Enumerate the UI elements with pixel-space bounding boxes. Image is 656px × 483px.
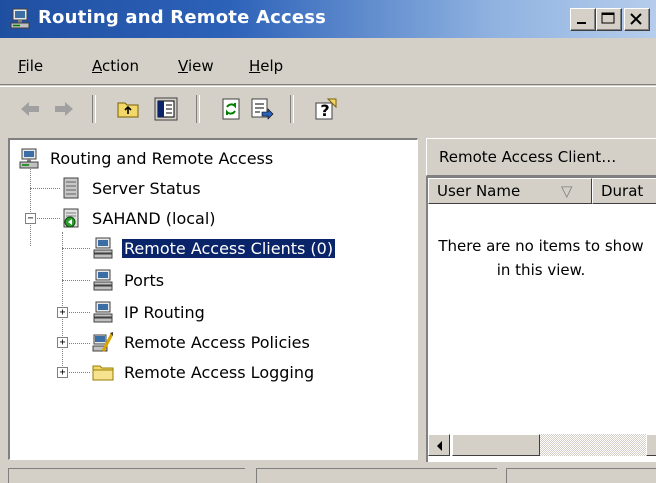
minimize-icon bbox=[577, 22, 586, 24]
tree-node-ip-routing[interactable]: + IP Routing bbox=[10, 300, 410, 326]
up-folder-icon[interactable] bbox=[116, 97, 140, 121]
menu-action[interactable]: Action bbox=[92, 57, 139, 75]
tree-label: IP Routing bbox=[124, 303, 205, 322]
scrollbar-thumb[interactable] bbox=[452, 434, 540, 456]
scroll-left-button[interactable] bbox=[428, 434, 450, 456]
scrollbar-track[interactable] bbox=[540, 434, 656, 456]
expand-toggle[interactable]: + bbox=[57, 337, 68, 348]
menu-bar: File Action View Help bbox=[0, 44, 656, 85]
toolbar-separator bbox=[92, 95, 96, 123]
tree-label: Remote Access Logging bbox=[124, 363, 315, 382]
help-icon[interactable]: ? bbox=[314, 97, 338, 121]
server-status-icon bbox=[63, 177, 79, 199]
tree-label: Server Status bbox=[92, 179, 201, 198]
details-header: Remote Access Client… bbox=[426, 138, 656, 176]
minimize-button[interactable] bbox=[570, 8, 596, 31]
arrow-left-icon bbox=[437, 441, 442, 451]
menu-file[interactable]: File bbox=[18, 57, 43, 75]
tree-node-server[interactable]: − SAHAND (local) bbox=[10, 206, 410, 232]
tree-node-ports[interactable]: Ports bbox=[10, 268, 410, 294]
menu-view[interactable]: View bbox=[178, 57, 214, 75]
tree-node-remote-access-clients[interactable]: Remote Access Clients (0) bbox=[10, 236, 410, 262]
tree-line bbox=[30, 162, 31, 246]
horizontal-scrollbar[interactable] bbox=[428, 434, 656, 458]
remote-clients-icon bbox=[93, 237, 113, 259]
app-window: Routing and Remote Access File Action Vi… bbox=[0, 0, 656, 483]
tree-node-root[interactable]: Routing and Remote Access bbox=[10, 146, 410, 172]
menu-help[interactable]: Help bbox=[249, 57, 283, 75]
column-header-user-name[interactable]: User Name ▽ bbox=[428, 178, 592, 204]
tree-node-remote-access-logging[interactable]: + Remote Access Logging bbox=[10, 360, 410, 386]
toolbar: ? bbox=[0, 86, 656, 129]
close-button[interactable] bbox=[624, 8, 650, 31]
tree-node-remote-access-policies[interactable]: + Remote Access Policies bbox=[10, 330, 410, 356]
details-title: Remote Access Client… bbox=[439, 148, 617, 166]
svg-text:?: ? bbox=[320, 101, 329, 120]
expand-toggle[interactable]: + bbox=[57, 307, 68, 318]
status-panel bbox=[256, 468, 497, 483]
server-online-icon bbox=[63, 208, 79, 228]
tree-label: SAHAND (local) bbox=[92, 209, 216, 228]
column-header-duration[interactable]: Durat bbox=[592, 178, 656, 204]
ip-routing-icon bbox=[93, 301, 113, 323]
column-label: User Name bbox=[437, 182, 521, 200]
routing-server-icon bbox=[19, 148, 39, 169]
status-panel bbox=[8, 468, 245, 483]
collapse-toggle[interactable]: − bbox=[25, 213, 36, 224]
title-bar[interactable]: Routing and Remote Access bbox=[0, 0, 656, 38]
tree-node-server-status[interactable]: Server Status bbox=[10, 176, 410, 202]
details-list[interactable]: User Name ▽ Durat There are no items to … bbox=[426, 176, 656, 462]
scroll-right-button[interactable] bbox=[646, 434, 656, 456]
console-tree[interactable]: Routing and Remote Access Server Status … bbox=[8, 138, 418, 460]
empty-list-message: There are no items to show in this view. bbox=[438, 237, 644, 279]
server-icon bbox=[10, 8, 30, 29]
toolbar-separator bbox=[196, 95, 200, 123]
ports-icon bbox=[93, 269, 113, 291]
tree-label: Ports bbox=[124, 271, 165, 290]
maximize-button[interactable] bbox=[596, 8, 622, 31]
close-icon bbox=[630, 13, 642, 25]
tree-label: Routing and Remote Access bbox=[50, 149, 274, 168]
window-title: Routing and Remote Access bbox=[38, 7, 327, 28]
show-hide-tree-icon[interactable] bbox=[154, 97, 178, 121]
forward-arrow-icon[interactable] bbox=[52, 97, 76, 121]
toolbar-separator bbox=[290, 95, 294, 123]
details-pane: Remote Access Client… User Name ▽ Durat … bbox=[426, 138, 656, 468]
column-label: Durat bbox=[601, 182, 644, 200]
expand-toggle[interactable]: + bbox=[57, 367, 68, 378]
maximize-icon bbox=[601, 12, 615, 24]
arrow-right-icon bbox=[647, 435, 656, 457]
sort-descending-icon: ▽ bbox=[561, 182, 573, 200]
tree-label: Remote Access Policies bbox=[124, 333, 310, 352]
export-list-icon[interactable] bbox=[250, 97, 274, 121]
tree-label-selected: Remote Access Clients (0) bbox=[120, 238, 337, 259]
refresh-icon[interactable] bbox=[220, 97, 244, 121]
status-panel bbox=[506, 468, 656, 483]
folder-icon bbox=[92, 365, 114, 381]
status-bar bbox=[0, 464, 656, 483]
back-arrow-icon[interactable] bbox=[18, 97, 42, 121]
policies-icon bbox=[92, 332, 114, 352]
